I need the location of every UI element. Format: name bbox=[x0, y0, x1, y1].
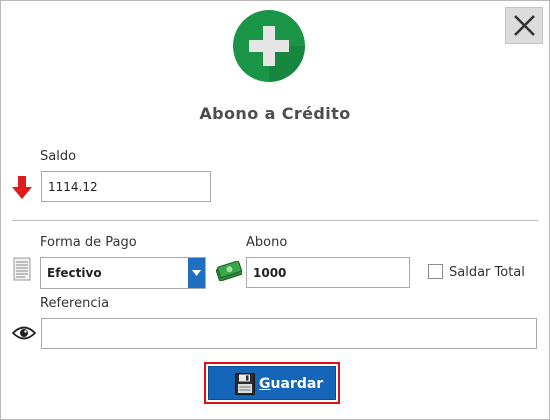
dialog-title: Abono a Crédito bbox=[199, 104, 351, 123]
forma-pago-select[interactable]: Efectivo bbox=[40, 257, 206, 289]
saldo-field[interactable]: 1114.12 bbox=[41, 171, 211, 202]
referencia-label: Referencia bbox=[40, 296, 110, 311]
saldar-total-checkbox[interactable] bbox=[428, 264, 443, 279]
document-icon bbox=[13, 257, 31, 281]
save-mnemonic: G bbox=[259, 376, 271, 392]
money-icon bbox=[216, 261, 242, 281]
save-button-label: Guardar bbox=[259, 376, 323, 392]
abono-label: Abono bbox=[246, 235, 288, 250]
saldo-label: Saldo bbox=[40, 149, 77, 164]
add-icon bbox=[233, 10, 305, 82]
save-label-rest: uardar bbox=[270, 376, 324, 392]
floppy-disk-icon bbox=[235, 373, 255, 395]
forma-pago-value: Efectivo bbox=[47, 266, 102, 280]
referencia-field[interactable] bbox=[41, 318, 537, 349]
save-button-face: Guardar bbox=[208, 366, 336, 400]
chevron-down-icon bbox=[192, 270, 201, 276]
abono-field[interactable]: 1000 bbox=[246, 257, 410, 288]
dropdown-toggle[interactable] bbox=[188, 258, 205, 288]
close-button[interactable] bbox=[505, 7, 543, 44]
eye-icon bbox=[12, 326, 36, 340]
forma-pago-label: Forma de Pago bbox=[40, 235, 137, 250]
divider bbox=[12, 220, 538, 221]
arrow-down-icon bbox=[12, 176, 32, 199]
save-button[interactable]: Guardar bbox=[204, 362, 340, 404]
close-icon bbox=[514, 15, 535, 36]
saldar-total-label: Saldar Total bbox=[449, 265, 525, 280]
